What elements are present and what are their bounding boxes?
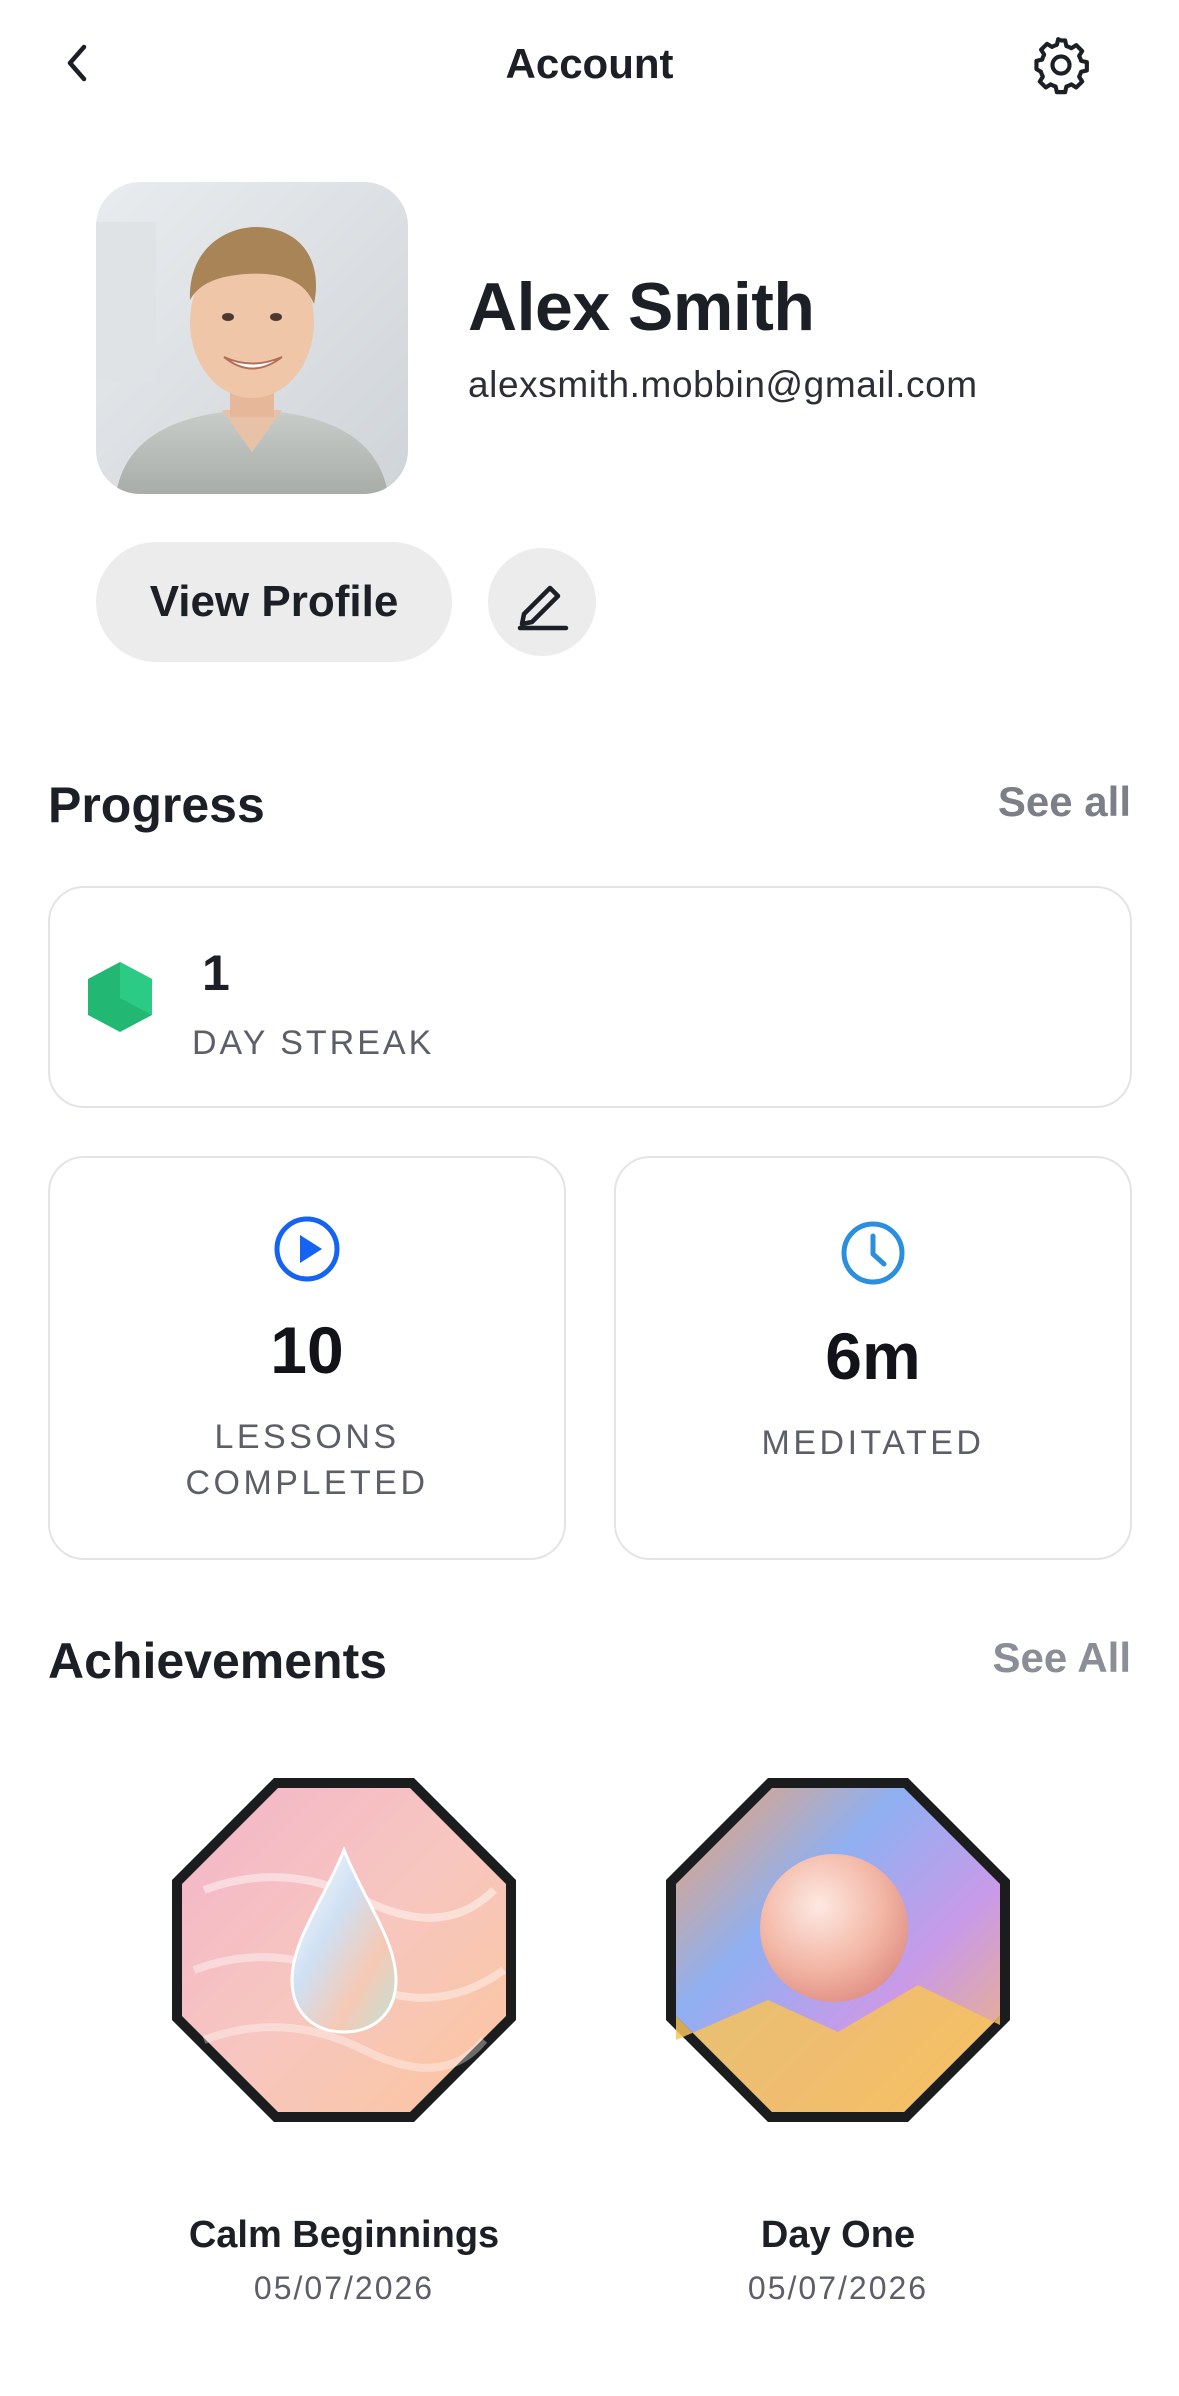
view-profile-button[interactable]: View Profile xyxy=(96,542,452,662)
achievement-date: 05/07/2026 xyxy=(747,2270,929,2306)
lessons-value: 10 xyxy=(270,1313,344,1387)
avatar xyxy=(96,182,408,494)
progress-see-all-link[interactable]: See all xyxy=(998,778,1131,826)
lessons-label-line1: LESSONS xyxy=(214,1418,400,1456)
page-title: Account xyxy=(505,40,674,87)
play-circle-icon xyxy=(274,1216,340,1282)
meditated-value: 6m xyxy=(825,1319,921,1393)
progress-title: Progress xyxy=(48,777,265,833)
user-name: Alex Smith xyxy=(468,269,815,345)
achievement-name: Day One xyxy=(760,2214,916,2256)
edit-profile-button[interactable] xyxy=(488,548,596,656)
streak-hexagon-icon xyxy=(88,962,152,1032)
pearl-badge-icon[interactable] xyxy=(658,1770,1018,2130)
streak-value: 1 xyxy=(202,945,230,1001)
user-email: alexsmith.mobbin@gmail.com xyxy=(468,364,978,405)
meditated-label: MEDITATED xyxy=(761,1424,985,1462)
clock-icon xyxy=(841,1221,905,1285)
achievement-name: Calm Beginnings xyxy=(188,2214,500,2256)
lessons-label-line2: COMPLETED xyxy=(185,1464,429,1502)
pencil-icon xyxy=(517,585,569,631)
achievements-title: Achievements xyxy=(48,1633,388,1689)
water-drop-badge-icon[interactable] xyxy=(164,1770,524,2130)
gear-icon xyxy=(1034,37,1089,95)
streak-label: DAY STREAK xyxy=(192,1024,435,1062)
achievements-see-all-link[interactable]: See All xyxy=(992,1634,1131,1682)
achievement-date: 05/07/2026 xyxy=(253,2270,435,2306)
settings-button[interactable] xyxy=(1026,30,1096,100)
